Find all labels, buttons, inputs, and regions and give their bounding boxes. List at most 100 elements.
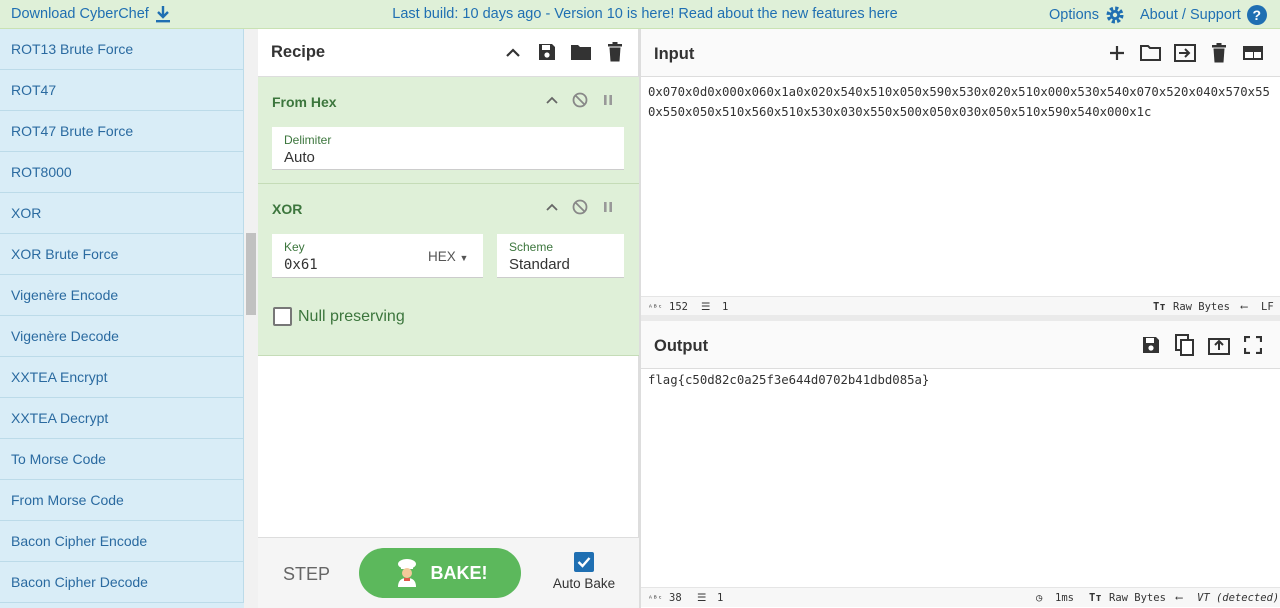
folder-open-icon[interactable] — [1140, 42, 1162, 64]
recipe-header: Recipe — [258, 29, 638, 77]
output-title: Output — [654, 337, 709, 355]
operation-item[interactable]: To Morse Code — [0, 439, 244, 480]
null-preserving-checkbox[interactable]: Null preserving — [273, 307, 405, 326]
operation-item[interactable]: ROT13 Brute Force — [0, 29, 244, 70]
pause-icon[interactable] — [599, 198, 617, 216]
plus-icon[interactable] — [1106, 42, 1128, 64]
delimiter-field[interactable]: Delimiter Auto — [272, 127, 624, 170]
output-header: Output — [641, 321, 1280, 369]
maximize-icon[interactable] — [1242, 334, 1264, 356]
gear-icon — [1105, 5, 1125, 25]
text-encoding-icon: Tт — [1153, 301, 1166, 313]
operation-item[interactable]: ROT8000 — [0, 152, 244, 193]
about-label: About / Support — [1140, 7, 1241, 23]
copy-icon[interactable] — [1174, 334, 1196, 356]
auto-bake-toggle[interactable]: Auto Bake — [551, 552, 617, 591]
layout-icon[interactable] — [1242, 42, 1264, 64]
auto-bake-label: Auto Bake — [552, 576, 616, 591]
folder-icon[interactable] — [570, 41, 592, 63]
operation-item[interactable]: Bacon Cipher Decode — [0, 562, 244, 603]
chef-icon — [393, 558, 421, 588]
output-encoding[interactable]: Raw Bytes — [1109, 592, 1166, 604]
input-pane: Input 0x070x0d0x000x060x1a0x020x540x510x… — [641, 29, 1280, 317]
operation-item[interactable]: Vigenère Decode — [0, 316, 244, 357]
output-eol[interactable]: VT (detected) — [1197, 592, 1279, 604]
operation-item[interactable]: XXTEA Encrypt — [0, 357, 244, 398]
recipe-title: Recipe — [271, 43, 326, 61]
save-icon[interactable] — [1140, 334, 1162, 356]
null-preserving-label: Null preserving — [298, 307, 405, 325]
pause-icon[interactable] — [599, 91, 617, 109]
output-text[interactable]: flag{c50d82c0a25f3e644d0702b41dbd085a} — [648, 373, 929, 387]
scheme-label: Scheme — [509, 240, 554, 254]
operation-item[interactable]: XOR — [0, 193, 244, 234]
lines-icon: ☰ — [697, 592, 707, 604]
trash-icon[interactable] — [1208, 42, 1230, 64]
operation-item[interactable]: XXTEA Decrypt — [0, 398, 244, 439]
from-hex-title: From Hex — [272, 94, 337, 110]
chevron-up-icon[interactable] — [543, 198, 561, 216]
load-file-icon[interactable] — [1174, 42, 1196, 64]
bake-button[interactable]: BAKE! — [359, 548, 521, 598]
operation-item[interactable]: Vigenère Encode — [0, 275, 244, 316]
input-textarea[interactable]: 0x070x0d0x000x060x1a0x020x540x510x050x59… — [648, 82, 1276, 122]
input-status-bar: ᴬᴮᶜ 152 ☰ 1 Tт Raw Bytes ⟵ LF — [641, 296, 1280, 316]
output-pane: Output flag{c50d82c0a25f3e644d0702b41dbd… — [641, 321, 1280, 608]
key-label: Key — [284, 240, 305, 254]
top-banner: Download CyberChef Last build: 10 days a… — [0, 0, 1280, 29]
recipe-pane: Recipe From Hex Delimiter Auto XOR Key 0… — [258, 29, 639, 608]
key-field[interactable]: Key 0x61 HEX ▼ — [272, 234, 483, 278]
chevron-up-icon[interactable] — [502, 41, 524, 63]
auto-bake-checkbox[interactable] — [574, 552, 594, 572]
eol-arrow-icon: ⟵ — [1176, 592, 1183, 604]
chevron-up-icon[interactable] — [543, 91, 561, 109]
input-char-count: 152 — [669, 301, 688, 313]
text-encoding-icon: Tт — [1089, 592, 1102, 604]
scheme-field[interactable]: Scheme Standard — [497, 234, 624, 278]
lines-icon: ☰ — [701, 301, 711, 313]
operation-item[interactable]: XOR Brute Force — [0, 234, 244, 275]
key-value: 0x61 — [284, 257, 318, 273]
key-format-dropdown[interactable]: HEX ▼ — [428, 249, 468, 264]
bake-bar: STEP BAKE! Auto Bake — [258, 537, 639, 608]
operations-list: ROT13 Brute Force ROT47 ROT47 Brute Force R… — [0, 29, 244, 608]
about-support-link[interactable]: About / Support ? — [1140, 5, 1267, 25]
output-status-bar: ᴬᴮᶜ 38 ☰ 1 ◷ 1ms Tт Raw Bytes ⟵ VT (dete… — [641, 587, 1280, 607]
abc-icon: ᴬᴮᶜ — [648, 303, 663, 312]
input-title: Input — [654, 45, 695, 63]
output-bake-time: 1ms — [1055, 592, 1074, 604]
from-hex-operation: From Hex Delimiter Auto — [258, 77, 639, 184]
bake-label: BAKE! — [430, 562, 488, 583]
help-icon: ? — [1246, 5, 1267, 25]
step-button[interactable]: STEP — [283, 564, 330, 585]
abc-icon: ᴬᴮᶜ — [648, 594, 663, 603]
trash-icon[interactable] — [604, 41, 626, 63]
caret-down-icon: ▼ — [459, 253, 469, 263]
disable-icon[interactable] — [571, 91, 589, 109]
options-link[interactable]: Options — [1049, 5, 1125, 25]
delimiter-value: Auto — [284, 149, 315, 166]
output-char-count: 38 — [669, 592, 682, 604]
input-line-count: 1 — [722, 301, 729, 313]
input-encoding[interactable]: Raw Bytes — [1173, 301, 1230, 313]
null-preserving-box[interactable] — [273, 307, 292, 326]
operations-scrollbar[interactable] — [244, 29, 258, 608]
xor-title: XOR — [272, 201, 303, 217]
output-line-count: 1 — [717, 592, 724, 604]
scrollbar-thumb[interactable] — [246, 233, 256, 315]
scheme-value: Standard — [509, 256, 570, 273]
disable-icon[interactable] — [571, 198, 589, 216]
replace-input-icon[interactable] — [1208, 334, 1230, 356]
operation-item[interactable]: ROT47 Brute Force — [0, 111, 244, 152]
eol-arrow-icon: ⟵ — [1241, 301, 1248, 313]
key-format-label: HEX — [428, 249, 456, 264]
clock-icon: ◷ — [1036, 592, 1043, 604]
save-icon[interactable] — [536, 41, 558, 63]
operation-item[interactable]: Bacon Cipher Encode — [0, 521, 244, 562]
delimiter-label: Delimiter — [284, 133, 332, 147]
xor-operation: XOR Key 0x61 HEX ▼ Scheme Standard Null … — [258, 184, 639, 356]
input-eol[interactable]: LF — [1261, 301, 1274, 313]
options-label: Options — [1049, 7, 1099, 23]
operation-item[interactable]: From Morse Code — [0, 480, 244, 521]
operation-item[interactable]: ROT47 — [0, 70, 244, 111]
